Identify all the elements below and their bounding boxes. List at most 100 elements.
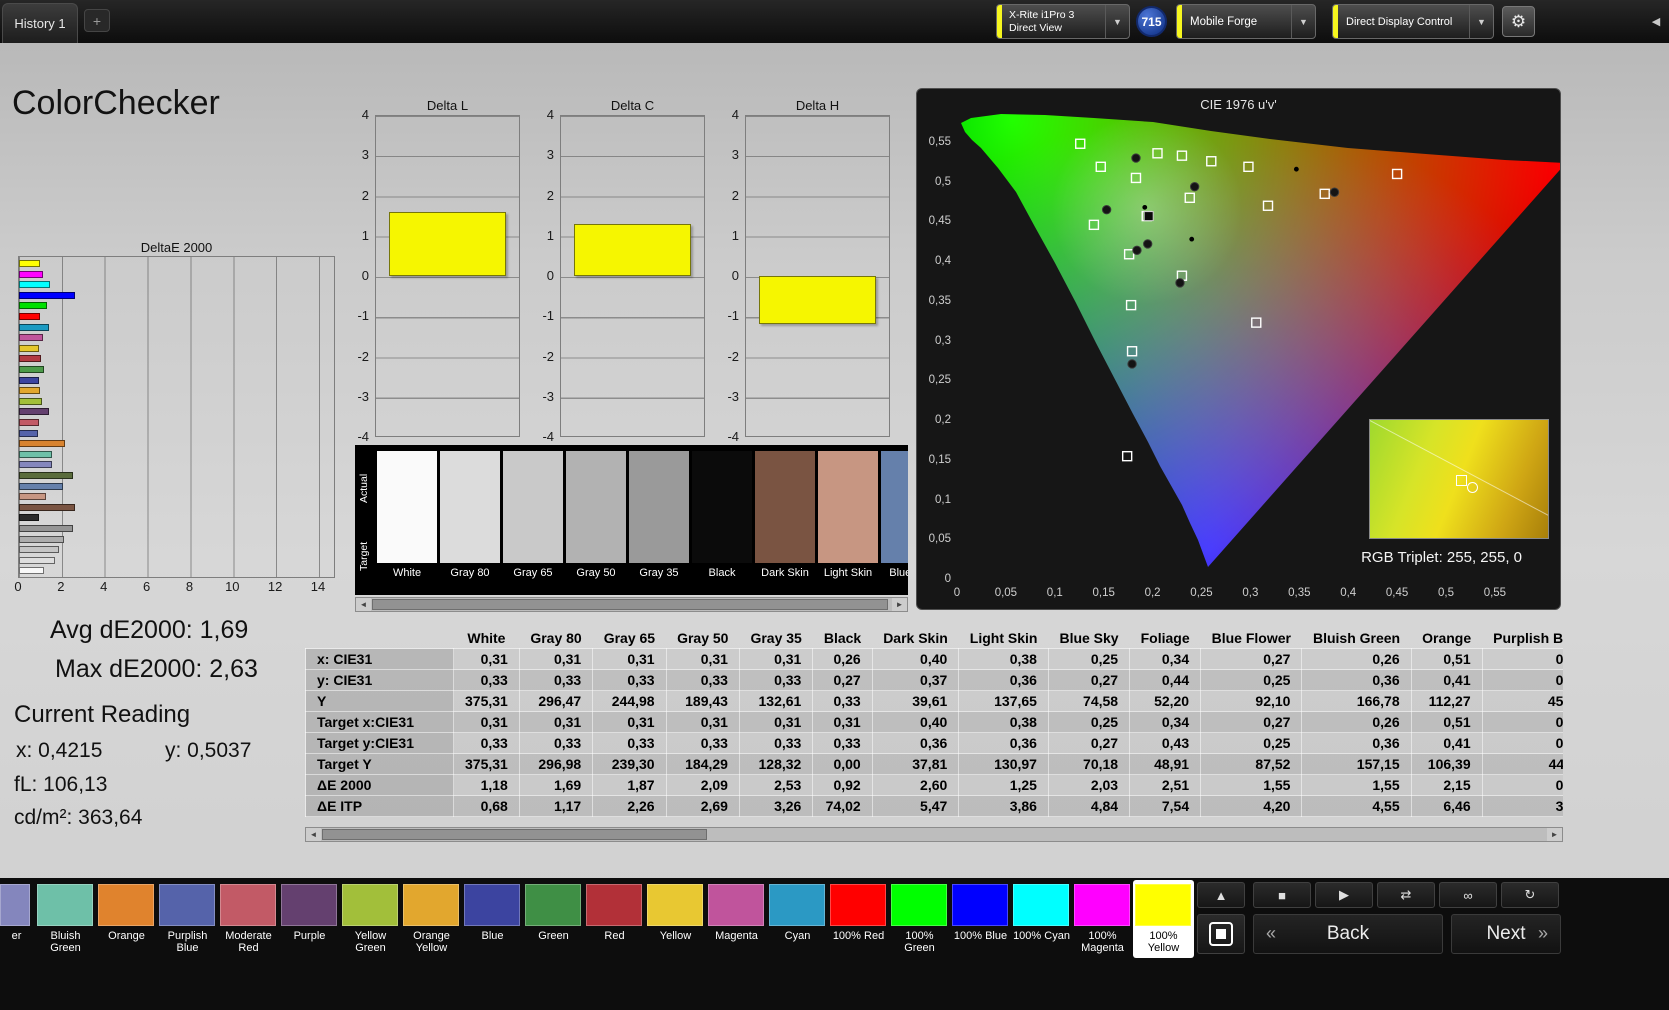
deltae-bar-gray-35 (19, 525, 74, 532)
next-button[interactable]: Next » (1451, 914, 1561, 954)
table-cell: 0,68 (453, 795, 520, 817)
patch-yellow-green[interactable]: Yellow Green (340, 880, 401, 958)
axis-tick-label: 2 (731, 187, 739, 203)
axis-tick-label: -4 (357, 429, 369, 444)
step-icon[interactable]: ⇄ (1377, 882, 1435, 908)
deltae-bar-gray-65 (19, 546, 60, 554)
display-control-dropdown[interactable]: Direct Display Control ▼ (1332, 4, 1494, 39)
table-cell: 0,22 (1481, 711, 1563, 733)
axis-tick-label: 0,15 (928, 453, 951, 466)
deltae-bar-red (19, 355, 41, 363)
table-cell: 1,55 (1200, 774, 1303, 796)
table-cell: 0,36 (1301, 732, 1412, 754)
scroll-left-icon[interactable]: ◄ (306, 828, 321, 841)
patch-orange[interactable]: Orange (96, 880, 157, 958)
loop-icon[interactable]: ∞ (1439, 882, 1497, 908)
table-cell: 296,47 (518, 690, 594, 712)
table-cell: 2,60 (871, 774, 960, 796)
chevron-down-icon[interactable]: ▼ (1291, 5, 1315, 38)
chevron-down-icon[interactable]: ▼ (1469, 5, 1493, 38)
table-cell: 0,31 (738, 648, 814, 670)
table-cell: 0,31 (738, 711, 814, 733)
table-cell: 2,26 (592, 795, 667, 817)
deltae-bar-foliage (19, 472, 73, 479)
workflow-dropdown[interactable]: Mobile Forge ▼ (1176, 4, 1316, 39)
table-cell: 0,36 (958, 669, 1049, 691)
strip-scrollbar[interactable]: ◄ ► (355, 597, 908, 612)
axis-tick-label: -3 (542, 388, 554, 404)
strip-swatch-white (377, 451, 437, 563)
gear-icon[interactable]: ⚙ (1502, 6, 1535, 37)
table-scrollbar-thumb[interactable] (322, 829, 707, 840)
table-cell: 0,31 (518, 648, 594, 670)
table-column-header: White (467, 630, 506, 646)
table-cell: 45,91 (1481, 690, 1563, 712)
deltae-bar-yellow-green (19, 397, 42, 405)
table-cell: 0,38 (958, 711, 1049, 733)
axis-tick-label: 1 (361, 227, 369, 243)
patch-bluish-green[interactable]: Bluish Green (35, 880, 96, 958)
patch-partial[interactable]: er (0, 880, 33, 958)
patch-yellow[interactable]: Yellow (645, 880, 706, 958)
refresh-icon[interactable]: ↻ (1501, 882, 1559, 908)
table-cell: 0,31 (812, 711, 873, 733)
patch-purplish-blue[interactable]: Purplish Blue (157, 880, 218, 958)
patch-100-green[interactable]: 100% Green (889, 880, 950, 958)
strip-scrollbar-thumb[interactable] (372, 599, 888, 610)
patch-cyan[interactable]: Cyan (767, 880, 828, 958)
chart-title-delta-l: Delta L (426, 98, 469, 113)
table-cell: 0,31 (665, 711, 740, 733)
play-icon[interactable]: ▶ (1315, 882, 1373, 908)
table-cell: 2,09 (665, 774, 740, 796)
chevron-down-icon[interactable]: ▼ (1105, 5, 1129, 38)
pattern-window-button[interactable] (1197, 914, 1245, 954)
current-reading-heading: Current Reading (14, 701, 191, 728)
table-cell: 0,25 (1200, 669, 1303, 691)
patch-moderate-red[interactable]: Moderate Red (218, 880, 279, 958)
patch-100-magenta[interactable]: 100% Magenta (1072, 880, 1133, 958)
tab-history-1[interactable]: History 1 (2, 3, 78, 43)
axis-tick-label: 0,2 (1144, 587, 1161, 599)
axis-tick-label: 0,5 (935, 175, 951, 188)
axis-tick-label: 0,2 (935, 414, 951, 427)
axis-tick-label: -1 (542, 308, 554, 324)
table-scrollbar[interactable]: ◄ ► (305, 827, 1563, 842)
deltae-chart (18, 256, 335, 578)
deltae-bar-purplish-blue (19, 429, 38, 437)
patch-selector-bar: er Bluish Green Orange Purplish Blue Moderat… (0, 878, 1669, 1010)
strip-swatch-label: Black (708, 567, 736, 579)
deltae-bar-blue-sky (19, 482, 63, 490)
stop-icon[interactable]: ■ (1253, 882, 1311, 908)
patch-swatch (98, 884, 154, 926)
patch-100-yellow[interactable]: 100% Yellow (1133, 880, 1194, 958)
table-cell: 1,25 (958, 774, 1049, 796)
scroll-right-icon[interactable]: ► (892, 598, 907, 611)
scroll-right-icon[interactable]: ► (1547, 828, 1562, 841)
back-button[interactable]: « Back (1253, 914, 1443, 954)
patch-purple[interactable]: Purple (279, 880, 340, 958)
axis-tick-label: -1 (357, 308, 369, 324)
up-icon[interactable]: ▲ (1197, 882, 1245, 908)
patch-red[interactable]: Red (584, 880, 645, 958)
table-cell: 0,36 (958, 732, 1049, 754)
patch-magenta[interactable]: Magenta (706, 880, 767, 958)
deltae-bar-blue-flower (19, 461, 53, 469)
scroll-left-icon[interactable]: ◄ (356, 598, 371, 611)
patch-green[interactable]: Green (523, 880, 584, 958)
patch-swatch (708, 884, 764, 926)
patch-blue[interactable]: Blue (462, 880, 523, 958)
patch-swatch (769, 884, 825, 926)
patch-100-cyan[interactable]: 100% Cyan (1011, 880, 1072, 958)
axis-tick-label: 0,4 (1340, 587, 1357, 599)
patch-100-red[interactable]: 100% Red (828, 880, 889, 958)
deltae-chart-title: DeltaE 2000 (140, 240, 213, 255)
add-tab-button[interactable]: + (84, 9, 110, 32)
inset-locus-line (1370, 420, 1548, 518)
collapse-panel-icon[interactable]: ◀ (1646, 8, 1666, 34)
patch-100-blue[interactable]: 100% Blue (950, 880, 1011, 958)
cie-target-point (1121, 450, 1133, 462)
patch-orange-yellow[interactable]: Orange Yellow (401, 880, 462, 958)
patch-label: er (11, 930, 22, 942)
meter-dropdown[interactable]: X-Rite i1Pro 3 Direct View ▼ (996, 4, 1130, 39)
axis-tick-label: 0,25 (928, 374, 951, 387)
